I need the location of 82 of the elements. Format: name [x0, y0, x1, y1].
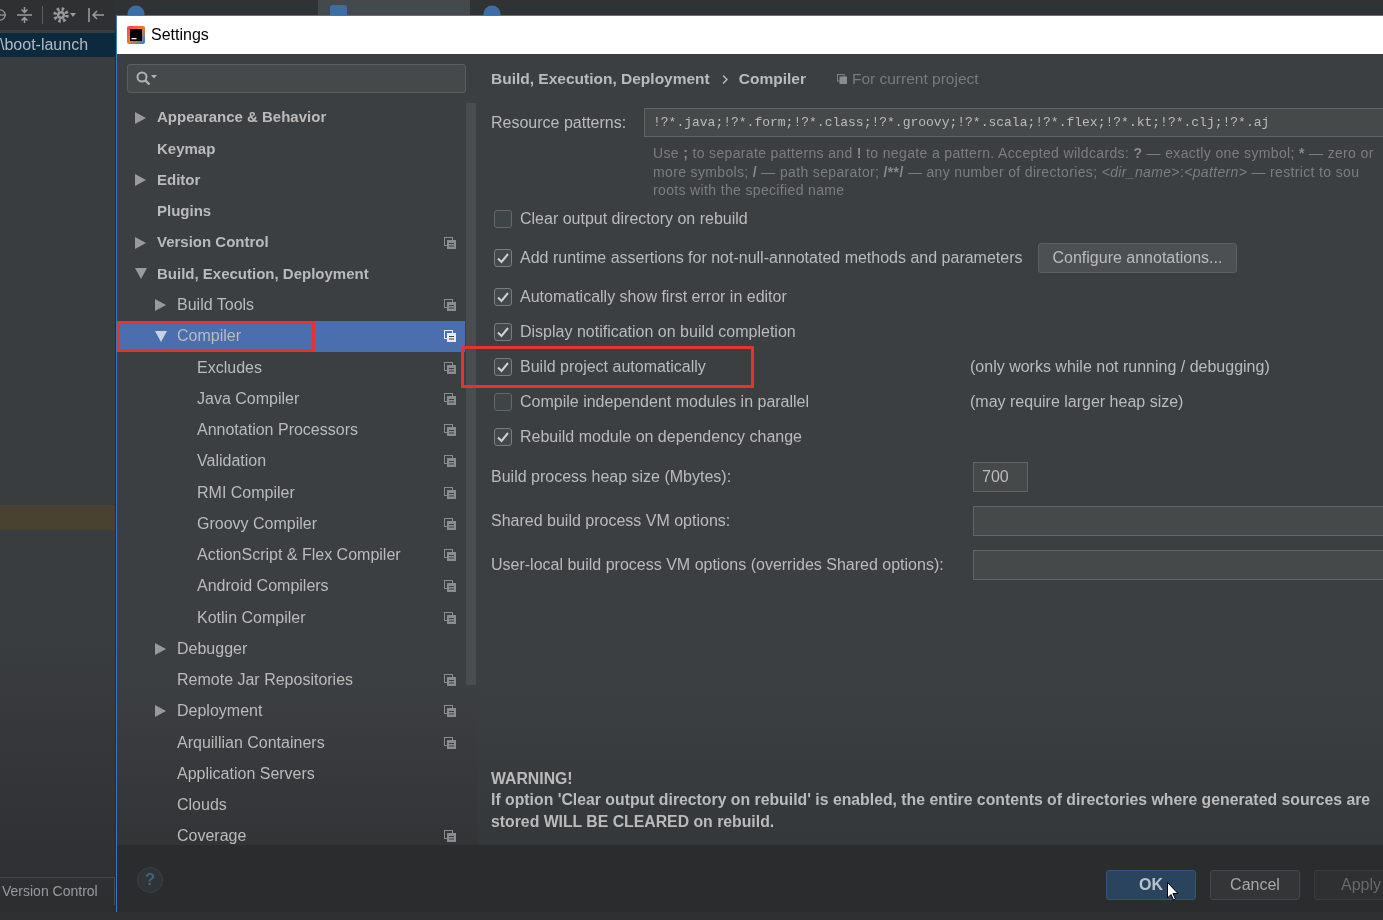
- checkbox-label: Add runtime assertions for not-null-annotated methods and parameters: [520, 248, 1023, 268]
- field-label: Build process heap size (Mbytes):: [491, 466, 733, 487]
- checkmark-icon: [497, 431, 509, 443]
- configure-button[interactable]: Configure annotations...: [1037, 243, 1238, 273]
- tree-item[interactable]: Remote Jar Repositories: [117, 664, 465, 696]
- checkbox-label: Clear output directory on rebuild: [520, 209, 748, 229]
- checkmark-icon: [497, 326, 509, 338]
- tree-item[interactable]: Kotlin Compiler: [117, 602, 465, 634]
- checkbox-label: Automatically show first error in editor: [520, 287, 787, 307]
- scrollbar-thumb[interactable]: [466, 103, 476, 685]
- collapse-arrows-icon[interactable]: [17, 7, 32, 23]
- breadcrumb-item[interactable]: Compiler: [738, 67, 806, 91]
- tree-item[interactable]: Appearance & Behavior: [117, 102, 465, 134]
- checkbox[interactable]: [494, 393, 512, 411]
- search-icon: [136, 71, 157, 86]
- tree-item[interactable]: Annotation Processors: [117, 414, 465, 446]
- checkbox[interactable]: [494, 288, 512, 306]
- checkmark-icon: [497, 291, 509, 303]
- checkmark-icon: [497, 252, 509, 264]
- tree-item[interactable]: RMI Compiler: [117, 477, 465, 509]
- checkbox[interactable]: [494, 428, 512, 446]
- project-tree-item[interactable]: \boot-launch: [0, 33, 115, 57]
- caret-icon[interactable]: [70, 13, 76, 17]
- tree-item[interactable]: Validation: [117, 445, 465, 477]
- warning-title: WARNING!: [491, 768, 574, 789]
- tree-item[interactable]: Java Compiler: [117, 383, 465, 415]
- tree-item[interactable]: Coverage: [117, 820, 465, 844]
- tree-item[interactable]: Build Tools: [117, 289, 465, 321]
- tree-item[interactable]: Deployment: [117, 695, 465, 727]
- field-label: User-local build process VM options (overrides Shared options):: [491, 554, 945, 575]
- tree-item[interactable]: Excludes: [117, 352, 465, 384]
- checkbox[interactable]: [494, 210, 512, 228]
- triangle-right-icon[interactable]: [155, 705, 166, 718]
- hint-text: Use ; to separate patterns and ! to negate a pattern. Accepted wildcards: ? — exactly one symbol; * — zero or more symbols; / — path separator; /**/ — any number of directories; <dir_name>:<pattern> — restrict to sou roots with the specified name: [653, 144, 1375, 200]
- gear-icon[interactable]: [53, 7, 69, 23]
- mouse-pointer-icon: [1167, 882, 1179, 901]
- field-label: Shared build process VM options:: [491, 510, 732, 531]
- checkbox-label: Compile independent modules in parallel: [520, 392, 810, 412]
- warning-text: If option 'Clear output directory on rebuild' is enabled, the entire contents of directories where generated sources are stored WILL BE CLEARED on rebuild.: [491, 790, 1372, 832]
- tree-item[interactable]: Plugins: [117, 195, 465, 227]
- tree-item[interactable]: Groovy Compiler: [117, 508, 465, 540]
- hint-note: (only works while not running / debugging): [970, 357, 1270, 377]
- text-field[interactable]: [973, 505, 1383, 536]
- tree-item[interactable]: Application Servers: [117, 758, 465, 790]
- triangle-right-icon[interactable]: [155, 642, 166, 655]
- breadcrumb-item[interactable]: Build, Execution, Deployment: [491, 67, 710, 91]
- tree-item[interactable]: Build, Execution, Deployment: [117, 258, 465, 290]
- tree-item[interactable]: Arquillian Containers: [117, 727, 465, 759]
- tree-item[interactable]: Debugger: [117, 633, 465, 665]
- triangle-right-icon[interactable]: [135, 111, 146, 124]
- tree-item[interactable]: Android Compilers: [117, 570, 465, 602]
- app-logo-icon: [127, 26, 145, 44]
- triangle-down-icon[interactable]: [135, 268, 147, 280]
- dialog-button[interactable]: Cancel: [1210, 870, 1300, 900]
- window-title: Settings: [151, 25, 209, 45]
- tree-item[interactable]: Editor: [117, 164, 465, 196]
- number-field[interactable]: 700: [973, 461, 1028, 492]
- tree-item[interactable]: Clouds: [117, 789, 465, 821]
- scope-note: For current project: [851, 69, 979, 90]
- stacked-pages-icon: [836, 74, 847, 84]
- text-field[interactable]: !?*.java;!?*.form;!?*.class;!?*.groovy;!?*.scala;!?*.flex;!?*.kt;!?*.clj;!?*.aj: [644, 108, 1383, 137]
- checkbox[interactable]: [494, 358, 512, 376]
- triangle-right-icon[interactable]: [155, 299, 166, 312]
- bar-left-arrow-icon[interactable]: [88, 8, 104, 22]
- checkmark-icon: [497, 361, 509, 373]
- tree-item[interactable]: Keymap: [117, 133, 465, 165]
- checkbox[interactable]: [494, 323, 512, 341]
- checkbox-label: Display notification on build completion: [520, 322, 796, 342]
- dialog-button[interactable]: OK: [1106, 870, 1196, 900]
- triangle-right-icon[interactable]: [135, 174, 146, 187]
- text-field[interactable]: [973, 549, 1383, 580]
- tree-item[interactable]: ActionScript & Flex Compiler: [117, 539, 465, 571]
- tree-item[interactable]: Version Control: [117, 227, 465, 259]
- checkbox[interactable]: [494, 249, 512, 267]
- chevron-right-icon: [721, 74, 728, 84]
- checkbox-label: Build project automatically: [520, 357, 706, 377]
- search-field[interactable]: [127, 64, 466, 93]
- checkbox-label: Rebuild module on dependency change: [520, 427, 802, 447]
- hint-note: (may require larger heap size): [970, 392, 1184, 412]
- triangle-down-icon[interactable]: [155, 330, 167, 342]
- field-label: Resource patterns:: [491, 112, 628, 133]
- triangle-right-icon[interactable]: [135, 236, 146, 249]
